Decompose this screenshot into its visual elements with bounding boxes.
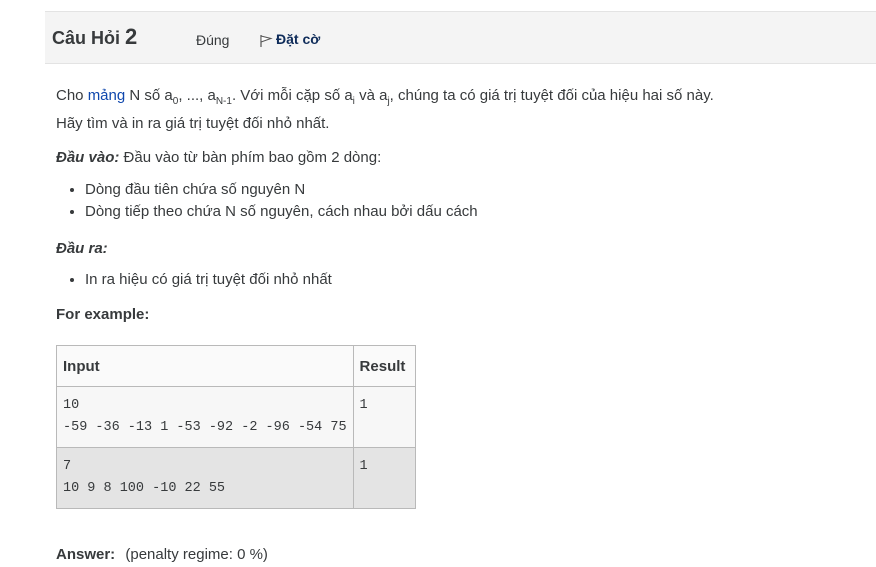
table-header-input: Input — [56, 345, 354, 387]
output-list: In ra hiệu có giá trị tuyệt đối nhỏ nhất — [56, 269, 856, 291]
answer-label: Answer: — [56, 546, 116, 563]
list-item: Dòng đầu tiên chứa số nguyên N — [85, 179, 856, 201]
question-state: Đúng — [196, 32, 230, 48]
list-item: In ra hiệu có giá trị tuyệt đối nhỏ nhất — [85, 269, 856, 291]
question-title-prefix: Câu Hỏi — [52, 28, 121, 48]
penalty-regime: (penalty regime: 0 %) — [125, 546, 268, 563]
table-header-result: Result — [352, 345, 416, 387]
flag-label: Đặt cờ — [276, 31, 321, 47]
example-result-cell: 1 — [352, 386, 416, 448]
output-section: Đầu ra: — [56, 237, 856, 261]
problem-statement: Cho mảng N số a0, ..., aN-1. Với mỗi cặp… — [56, 87, 714, 107]
output-label: Đầu ra: — [56, 240, 108, 257]
question-header: Câu Hỏi 2 Đúng Đặt cờ — [45, 11, 876, 64]
table-row: 10 -59 -36 -13 1 -53 -92 -2 -96 -54 75 1 — [56, 386, 416, 448]
table-row: 7 10 9 8 100 -10 22 55 1 — [56, 447, 416, 509]
example-table: Input Result 10 -59 -36 -13 1 -53 -92 -2… — [56, 345, 416, 509]
example-label: For example: — [56, 306, 150, 323]
question-number: 2 — [125, 24, 138, 49]
example-result-cell: 1 — [352, 447, 416, 509]
question-title: Câu Hỏi 2 — [52, 24, 137, 50]
question-text: Cho mảng N số a0, ..., aN-1. Với mỗi cặp… — [56, 84, 856, 327]
example-input-cell: 7 10 9 8 100 -10 22 55 — [56, 447, 354, 509]
input-description: Đầu vào từ bàn phím bao gồm 2 dòng: — [119, 149, 382, 166]
input-list: Dòng đầu tiên chứa số nguyên N Dòng tiếp… — [56, 179, 856, 223]
input-section: Đầu vào: Đầu vào từ bàn phím bao gồm 2 d… — [56, 146, 856, 170]
problem-task: Hãy tìm và in ra giá trị tuyệt đối nhỏ n… — [56, 115, 330, 132]
flag-question-button[interactable]: Đặt cờ — [259, 30, 320, 48]
flag-icon — [260, 35, 273, 47]
list-item: Dòng tiếp theo chứa N số nguyên, cách nh… — [85, 201, 856, 223]
example-input-cell: 10 -59 -36 -13 1 -53 -92 -2 -96 -54 75 — [56, 386, 354, 448]
term-link[interactable]: mảng — [88, 87, 126, 104]
answer-section: Answer: (penalty regime: 0 %) — [56, 546, 268, 563]
input-label: Đầu vào: — [56, 149, 120, 166]
